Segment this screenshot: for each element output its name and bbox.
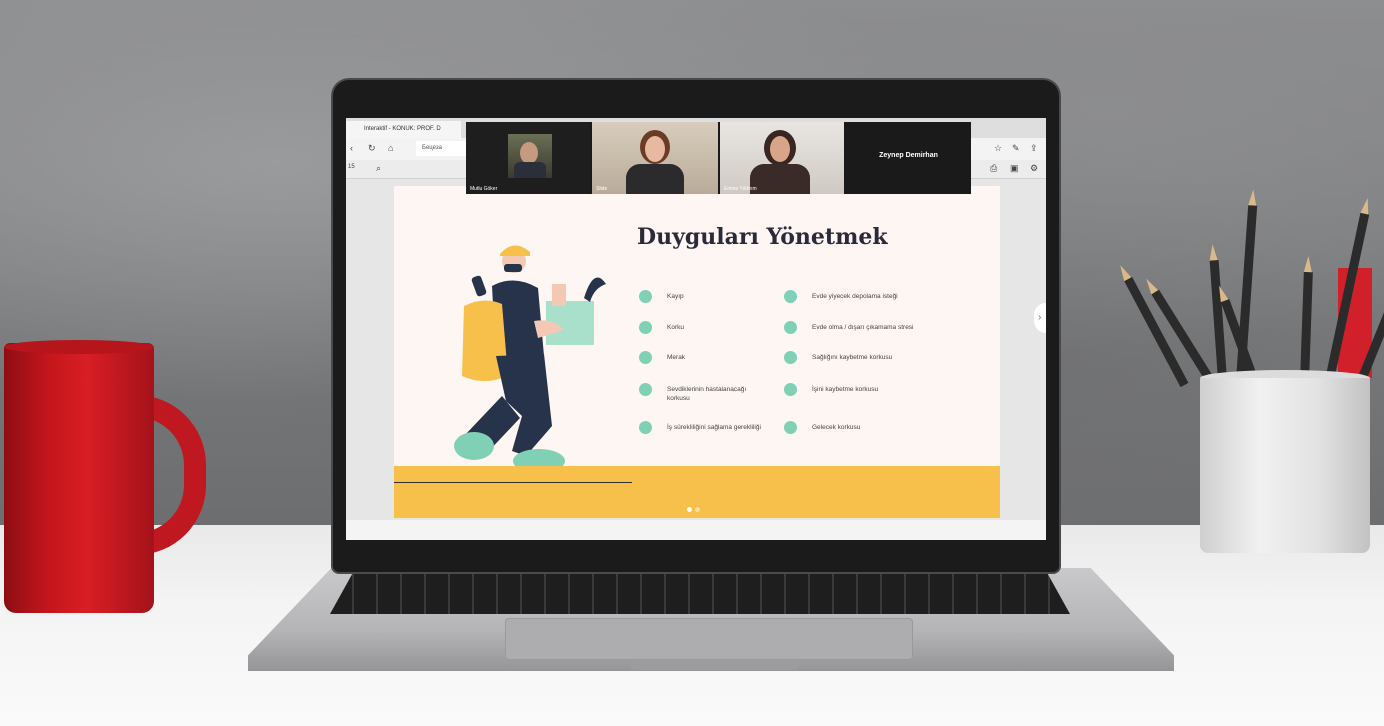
list-item: İş sürekliliğini sağlama gerekliliği bbox=[639, 421, 764, 434]
browser-tab[interactable]: Interaktif - KONUK: PROF. D bbox=[346, 121, 461, 138]
list-item: İşini kaybetme korkusu bbox=[784, 383, 878, 396]
address-bar[interactable]: Бецеза bbox=[416, 141, 470, 156]
bullet-dot bbox=[784, 421, 797, 434]
bullet-dot bbox=[639, 321, 652, 334]
participant-name: Emine Yıldırım bbox=[724, 186, 757, 192]
person-carrying-bags-illustration bbox=[454, 245, 606, 473]
participant-name: Slide bbox=[596, 186, 608, 192]
mug-rim bbox=[4, 340, 154, 354]
list-item: Evde yiyecek depolama isteği bbox=[784, 290, 898, 303]
star-icon[interactable]: ☆ bbox=[994, 143, 1002, 154]
laptop-screen: Interaktif - KONUK: PROF. D ‹ ↻ ⌂ Бецеза… bbox=[346, 118, 1046, 540]
speaker-name: Zeynep Demirhan bbox=[879, 152, 938, 159]
participant-tile[interactable]: Slide bbox=[592, 122, 718, 194]
pagination-dot-active[interactable] bbox=[687, 507, 692, 512]
list-item: Sevdiklerinin hastalanacağı korkusu bbox=[639, 383, 769, 403]
bullet-dot bbox=[784, 383, 797, 396]
save-icon[interactable]: ▣ bbox=[1010, 163, 1019, 174]
list-item: Sağlığını kaybetme korkusu bbox=[784, 351, 892, 364]
participant-name: Mutlu Göker bbox=[470, 186, 498, 192]
address-text: Бецеза bbox=[422, 145, 442, 151]
participant-tile[interactable]: Mutlu Göker bbox=[466, 122, 590, 194]
pencil-cup bbox=[1200, 378, 1370, 553]
bullet-dot bbox=[784, 351, 797, 364]
refresh-icon[interactable]: ↻ bbox=[368, 143, 376, 154]
home-icon[interactable]: ⌂ bbox=[388, 143, 393, 153]
bullet-dot bbox=[639, 421, 652, 434]
participant-tile[interactable]: Emine Yıldırım bbox=[720, 122, 844, 194]
settings-icon[interactable]: ⚙ bbox=[1030, 163, 1038, 174]
back-icon[interactable]: ‹ bbox=[350, 143, 353, 153]
bullet-dot bbox=[639, 351, 652, 364]
trackpad bbox=[505, 618, 913, 660]
bullet-dot bbox=[639, 290, 652, 303]
participant-video bbox=[508, 134, 552, 178]
bullet-dot bbox=[784, 290, 797, 303]
page-number: 15 bbox=[348, 164, 355, 170]
list-item: Merak bbox=[639, 351, 685, 364]
slide-pagination bbox=[687, 499, 703, 517]
slide-title: Duyguları Yönetmek bbox=[637, 224, 888, 250]
browser-tab-title: Interaktif - KONUK: PROF. D bbox=[364, 126, 441, 132]
list-item: Kayıp bbox=[639, 290, 684, 303]
keyboard bbox=[330, 574, 1070, 614]
ground-line bbox=[394, 482, 632, 483]
presentation-slide: Duyguları Yönetmek Kayıp Korku Merak Sev… bbox=[394, 186, 1000, 518]
next-slide-arrow[interactable]: › bbox=[1034, 303, 1046, 333]
list-item: Evde olma / dışarı çıkamama stresi bbox=[784, 321, 914, 334]
share-icon[interactable]: ⇪ bbox=[1030, 143, 1038, 154]
list-item: Korku bbox=[639, 321, 684, 334]
bullet-dot bbox=[639, 383, 652, 396]
pen-icon[interactable]: ✎ bbox=[1012, 143, 1020, 154]
screen-bottom-bar bbox=[346, 520, 1046, 540]
lid-notch bbox=[630, 660, 800, 670]
red-mug bbox=[4, 343, 154, 613]
search-icon[interactable]: ⌕ bbox=[376, 163, 381, 174]
list-item: Gelecek korkusu bbox=[784, 421, 860, 434]
pagination-dot[interactable] bbox=[695, 507, 700, 512]
video-call-strip: Mutlu Göker Slide Emine Yıldırım Zeynep … bbox=[466, 122, 971, 194]
print-icon[interactable]: ⎙ bbox=[990, 163, 997, 174]
active-speaker-tile[interactable]: Zeynep Demirhan bbox=[846, 122, 971, 194]
bullet-dot bbox=[784, 321, 797, 334]
